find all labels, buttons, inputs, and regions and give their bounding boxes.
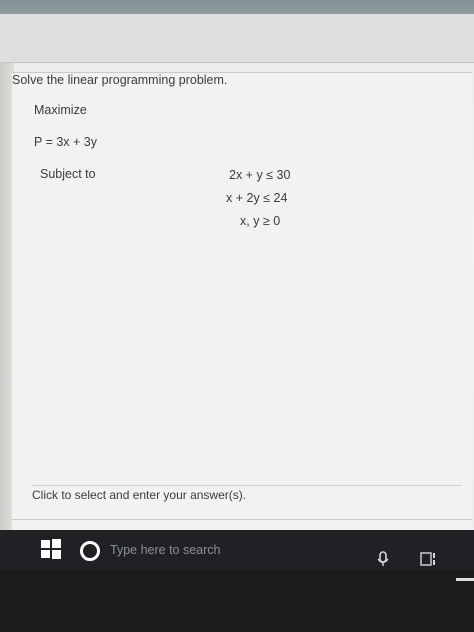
subject-to-label: Subject to — [40, 167, 96, 181]
cortana-circle-icon — [80, 541, 100, 561]
objective-function: P = 3x + 3y — [34, 135, 98, 149]
answer-input-area[interactable]: Click to select and enter your answer(s)… — [32, 485, 462, 508]
search-placeholder: Type here to search — [110, 543, 221, 557]
constraint-3: x, y ≥ 0 — [240, 214, 281, 228]
taskbar-search-box[interactable]: Type here to search — [80, 536, 340, 564]
browser-content: Solve the linear programming problem. Ma… — [0, 14, 474, 544]
question-header — [0, 14, 474, 63]
question-prompt: Solve the linear programming problem. — [12, 73, 228, 87]
constraint-1: 2x + y ≤ 30 — [229, 168, 291, 182]
microphone-icon[interactable] — [376, 551, 390, 567]
windows-taskbar: Type here to search — [0, 530, 474, 570]
taskbar-edge-line — [456, 578, 474, 581]
answer-instruction: Click to select and enter your answer(s)… — [32, 488, 247, 502]
start-button[interactable] — [40, 538, 62, 560]
constraint-2: x + 2y ≤ 24 — [226, 191, 288, 205]
windows-logo-icon — [41, 539, 61, 559]
divider — [12, 519, 472, 520]
question-panel: Solve the linear programming problem. Ma… — [12, 72, 472, 543]
maximize-label: Maximize — [34, 103, 87, 117]
task-view-icon[interactable] — [420, 552, 438, 566]
